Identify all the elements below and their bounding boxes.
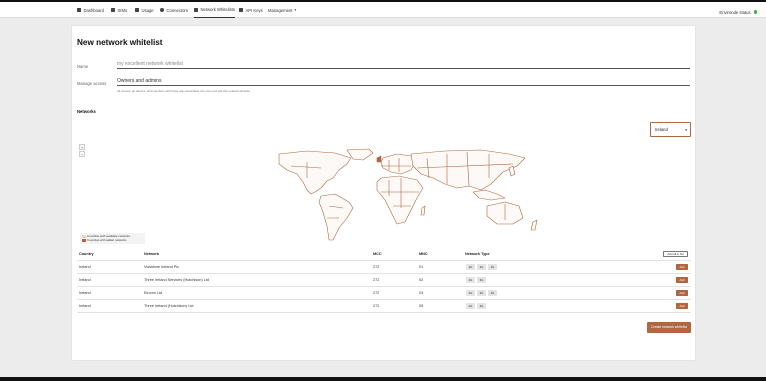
add-network-button[interactable]: Add xyxy=(676,303,688,309)
map-legend: Countries with available networks Countr… xyxy=(80,233,145,244)
chevron-down-icon: ▾ xyxy=(685,127,687,132)
country-select[interactable]: Ireland ▾ xyxy=(650,122,691,137)
nav-management[interactable]: Management ▾ xyxy=(268,2,296,18)
row-divider xyxy=(77,286,691,287)
nav-sims-label: SIMs xyxy=(117,7,128,13)
nav-management-label: Management xyxy=(268,7,293,13)
network-type-chip[interactable]: 2G xyxy=(466,290,475,296)
map-south-america xyxy=(318,193,354,241)
network-type-chip[interactable]: 3G xyxy=(477,264,486,270)
zoom-out-button[interactable]: − xyxy=(79,151,85,157)
map-new-zealand xyxy=(530,219,538,231)
status-dot-icon xyxy=(753,10,757,14)
row-country: Ireland xyxy=(79,278,91,282)
sim-icon xyxy=(111,8,115,12)
zoom-in-button[interactable]: + xyxy=(79,144,85,150)
row-mnc: 02 xyxy=(419,278,424,282)
nav-sims[interactable]: SIMs xyxy=(111,2,127,18)
column-network-type: Network Type xyxy=(465,252,490,256)
bottom-edge xyxy=(0,377,766,381)
nav-usage[interactable]: Usage xyxy=(135,2,154,18)
row-mnc: 05 xyxy=(419,304,424,308)
manage-access-hint: All owners, an admins, and members with … xyxy=(117,89,250,93)
status-label: Environde status xyxy=(719,9,751,15)
column-network: Network xyxy=(144,252,159,256)
network-type-chip[interactable]: 3G xyxy=(477,277,486,283)
network-type-chip[interactable]: 4G xyxy=(488,290,497,296)
create-network-whitelist-button[interactable]: Create network whitelist xyxy=(647,322,691,333)
row-mcc: 272 xyxy=(373,278,380,282)
map-africa xyxy=(376,175,424,225)
nav-connectors-label: Connectors xyxy=(166,7,188,13)
nav-api-keys[interactable]: API Keys xyxy=(239,2,263,18)
legend-added-swatch xyxy=(82,238,86,242)
row-divider xyxy=(77,273,691,274)
network-type-chip[interactable]: 2G xyxy=(466,264,475,270)
legend-added-label: Countries with added networks xyxy=(87,238,127,243)
manage-access-input[interactable]: Owners and admins xyxy=(117,78,690,86)
top-nav: Dashboard SIMs Usage Connectors Network … xyxy=(0,2,766,18)
connectors-icon xyxy=(160,8,164,12)
network-icon xyxy=(194,7,198,12)
legend-added: Countries with added networks xyxy=(82,238,143,242)
row-mcc: 272 xyxy=(373,265,380,269)
row-mnc: 03 xyxy=(419,291,424,295)
map-southeast-asia xyxy=(472,189,506,201)
row-divider xyxy=(77,312,691,313)
chevron-down-icon: ▾ xyxy=(294,8,297,12)
nav-connectors[interactable]: Connectors xyxy=(160,2,188,18)
country-select-value: Ireland xyxy=(655,127,668,132)
name-input[interactable]: my excellent network whitelist xyxy=(117,61,690,69)
row-mcc: 272 xyxy=(373,291,380,295)
row-network: Eircom Ltd xyxy=(144,291,163,295)
row-country: Ireland xyxy=(79,265,91,269)
whitelist-form-card: New network whitelist Name my excellent … xyxy=(72,26,695,360)
networks-heading: Networks xyxy=(77,109,96,114)
map-madagascar xyxy=(420,205,426,216)
column-mcc: MCC xyxy=(373,252,382,256)
dashboard-icon xyxy=(77,8,81,12)
row-network: Vodafone Ireland Plc xyxy=(144,265,180,269)
map-north-america xyxy=(278,150,352,195)
add-network-button[interactable]: Add xyxy=(676,277,688,283)
network-type-chip[interactable]: 2G xyxy=(466,277,475,283)
row-country: Ireland xyxy=(79,304,91,308)
row-network: Three Ireland Services (Hutchison) Ltd xyxy=(144,278,209,282)
network-type-chip[interactable]: 2G xyxy=(466,303,475,309)
page-title: New network whitelist xyxy=(77,38,163,47)
nav-dashboard-label: Dashboard xyxy=(83,7,105,13)
nav-api-keys-label: API Keys xyxy=(245,7,263,13)
manage-access-label: Manage access xyxy=(77,81,107,86)
key-icon xyxy=(239,8,243,12)
map-australia xyxy=(486,201,524,225)
nav-usage-label: Usage xyxy=(141,7,154,13)
network-type-chip[interactable]: 4G xyxy=(488,264,497,270)
nav-dashboard[interactable]: Dashboard xyxy=(77,2,104,18)
nav-network-whitelists[interactable]: Network Whitelists xyxy=(194,2,235,18)
column-country: Country xyxy=(79,252,94,256)
network-type-chip[interactable]: 3G xyxy=(477,303,486,309)
nav-network-whitelists-label: Network Whitelists xyxy=(200,7,235,12)
map-asia xyxy=(410,149,526,191)
header-divider xyxy=(77,260,691,261)
add-network-button[interactable]: Add xyxy=(676,264,688,270)
environment-status[interactable]: Environde status xyxy=(719,4,757,20)
add-network-button[interactable]: Add xyxy=(676,290,688,296)
row-network: Three Ireland (Hutchison) Ltd xyxy=(144,304,194,308)
usage-icon xyxy=(135,8,139,12)
row-mcc: 272 xyxy=(373,304,380,308)
name-label: Name xyxy=(77,64,89,69)
row-mnc: 01 xyxy=(419,265,424,269)
add-all-button[interactable]: Add all in list xyxy=(663,251,688,257)
column-mnc: MNC xyxy=(419,252,428,256)
row-country: Ireland xyxy=(79,291,91,295)
world-map[interactable] xyxy=(277,148,563,244)
map-uk-ireland xyxy=(376,155,382,163)
network-type-chip[interactable]: 3G xyxy=(477,290,486,296)
row-divider xyxy=(77,299,691,300)
